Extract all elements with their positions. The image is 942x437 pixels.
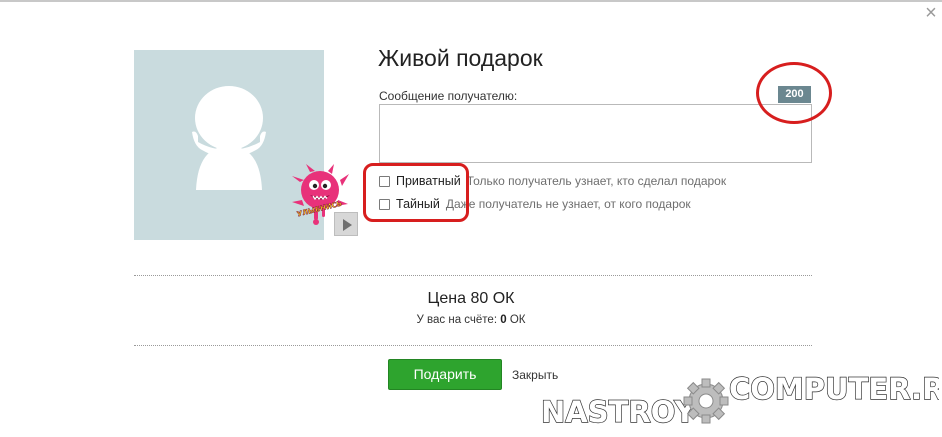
annotation-box — [363, 163, 469, 222]
gift-button[interactable]: Подарить — [388, 359, 502, 390]
close-icon[interactable]: × — [922, 3, 940, 23]
gear-icon — [683, 378, 729, 424]
secret-option-hint: Даже получатель не узнает, от кого подар… — [445, 197, 691, 211]
balance-unit: ОК — [509, 314, 526, 326]
dialog-title: Живой подарок — [378, 45, 543, 71]
watermark-left: NASTROY — [541, 395, 696, 429]
balance-label: У вас на счёте: — [416, 314, 498, 326]
play-icon[interactable] — [334, 212, 358, 236]
price-line: Цена 80 ОК — [0, 290, 942, 308]
message-label: Сообщение получателю: — [379, 89, 518, 103]
balance-value: 0 — [500, 314, 507, 326]
divider — [134, 345, 812, 346]
dialog-top-border — [0, 0, 942, 2]
watermark-right: COMPUTER.RU — [729, 372, 939, 406]
price-value: 80 ОК — [470, 290, 515, 307]
price-prefix: Цена — [427, 290, 466, 307]
private-option-hint: Только получатель узнает, кто сделал под… — [466, 174, 727, 188]
divider — [134, 275, 812, 276]
balance-line: У вас на счёте: 0 ОК — [0, 314, 942, 326]
annotation-circle — [756, 62, 832, 124]
site-watermark: NASTROY COMPUTER.RU — [539, 365, 942, 429]
message-input[interactable] — [379, 104, 812, 163]
